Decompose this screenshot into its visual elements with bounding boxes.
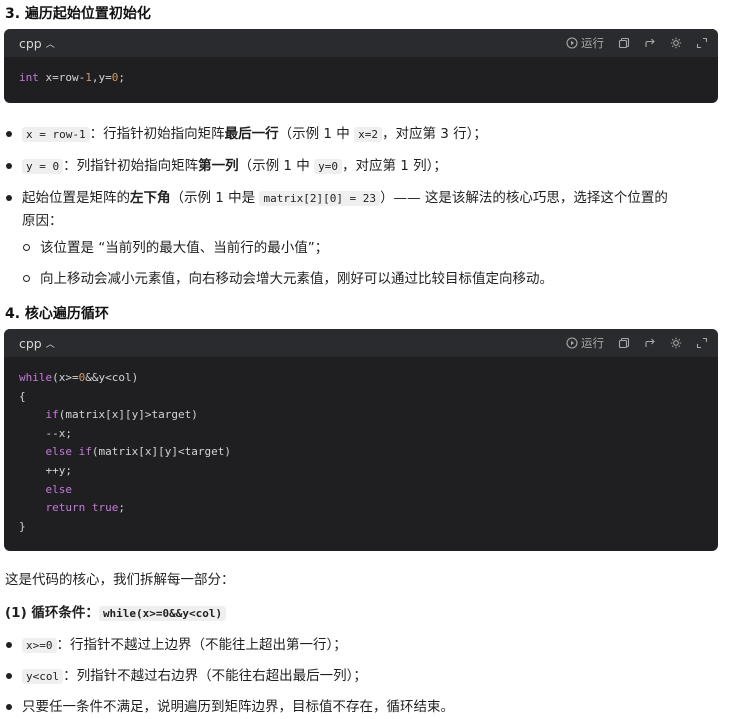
text: ：列指针初始指向矩阵 [63, 158, 199, 174]
run-label: 运行 [581, 336, 604, 350]
chevron-up-icon: ︿ [45, 339, 55, 350]
bullet-dot [6, 163, 12, 169]
theme-sun-icon[interactable] [670, 337, 682, 349]
expand-icon[interactable] [696, 337, 708, 349]
code-line: return true; [45, 501, 126, 515]
text: ，对应第 1 列）； [341, 158, 447, 174]
list-item-continuation: 原因： [22, 213, 63, 229]
text: ）—— 这是该解法的核心巧思，选择这个位置的 [380, 190, 668, 206]
code-line: { [19, 389, 26, 403]
share-icon[interactable] [644, 337, 656, 349]
sub-bullet-circle [23, 244, 30, 251]
list-item: 起始位置是矩阵的左下角（示例 1 中是 matrix[2][0] = 23 ）——… [22, 188, 668, 209]
code-header: cpp ︿ 运行 [4, 29, 718, 57]
inline-code: x=2 [354, 127, 382, 142]
expand-icon[interactable] [696, 37, 708, 49]
text: （示例 1 中是 [170, 190, 260, 206]
language-label: cpp [19, 335, 42, 351]
sub-bullet-circle [23, 275, 30, 282]
sub-list-item: 该位置是 “当前列的最大值、当前行的最小值”； [40, 240, 329, 256]
text: （示例 1 中 [238, 158, 315, 174]
play-circle-icon [566, 337, 578, 349]
language-selector[interactable]: cpp ︿ [19, 36, 55, 51]
text: ：列指针不越过右边界（不能往右超出最后一列）； [63, 668, 367, 684]
inline-code: y = 0 [22, 159, 64, 174]
code-block-1: cpp ︿ 运行 int x=row-1,y=0; [4, 29, 718, 103]
bold-text: 左下角 [130, 190, 171, 206]
code-line: int x=row-1,y=0; [19, 71, 125, 84]
language-selector[interactable]: cpp ︿ [19, 336, 55, 351]
inline-code: y<col [22, 669, 64, 684]
code-header: cpp ︿ 运行 [4, 329, 718, 357]
inline-code: x>=0 [22, 638, 57, 653]
copy-icon[interactable] [618, 37, 630, 49]
inline-code: while(x>=0&&y<col) [98, 606, 227, 621]
sub-list-item: 向上移动会减小元素值，向右移动会增大元素值，刚好可以通过比较目标值定向移动。 [40, 271, 553, 287]
bullet-dot [6, 195, 12, 201]
code-line: if(matrix[x][y]>target) [45, 408, 198, 422]
list-item: y = 0 ：列指针初始指向矩阵第一列（示例 1 中 y=0 ，对应第 1 列）； [22, 156, 447, 177]
code-line: --x; [19, 426, 72, 440]
chevron-up-icon: ︿ [45, 39, 55, 50]
share-icon[interactable] [644, 37, 656, 49]
bullet-dot [6, 673, 12, 679]
play-circle-icon [566, 37, 578, 49]
list-item: x>=0 ：行指针不越过上边界（不能往上超出第一行）； [22, 635, 347, 656]
section-heading-3: 3. 遍历起始位置初始化 [5, 6, 151, 22]
text: ：行指针初始指向矩阵 [89, 126, 225, 142]
code-line: else if(matrix[x][y]<target) [45, 445, 231, 459]
run-button[interactable]: 运行 [566, 35, 604, 51]
bullet-dot [6, 642, 12, 648]
text: 起始位置是矩阵的 [22, 190, 130, 206]
paragraph: 这是代码的核心，我们拆解每一部分： [5, 572, 235, 588]
list-item: x = row-1 ：行指针初始指向矩阵最后一行（示例 1 中 x=2 ，对应第 3… [22, 124, 487, 145]
code-content: while(x>=0&&y<col) { if(matrix[x][y]>targ… [4, 357, 718, 546]
text: （示例 1 中 [278, 126, 355, 142]
bold-text: 最后一行 [224, 126, 279, 142]
list-item: 只要任一条件不满足，说明遍历到矩阵边界，目标值不存在，循环结束。 [22, 699, 454, 715]
bold-text: 第一列 [198, 158, 239, 174]
code-line: } [19, 519, 26, 533]
run-button[interactable]: 运行 [566, 335, 604, 351]
code-block-2: cpp ︿ 运行 while(x>=0&&y<col) { if(matrix[x… [4, 329, 718, 551]
run-label: 运行 [581, 36, 604, 50]
bullet-dot [6, 704, 12, 710]
theme-sun-icon[interactable] [670, 37, 682, 49]
code-line: while(x>=0&&y<col) [19, 371, 139, 384]
list-item: y<col ：列指针不越过右边界（不能往右超出最后一列）； [22, 666, 367, 687]
inline-code: matrix[2][0] = 23 [259, 191, 381, 206]
text: ：行指针不越过上边界（不能往上超出第一行）； [56, 637, 347, 653]
bullet-dot [6, 131, 12, 137]
code-content: int x=row-1,y=0; [4, 57, 718, 98]
sub-heading: (1) 循环条件： while(x>=0&&y<col) [5, 603, 227, 624]
code-line: ++y; [19, 463, 72, 477]
section-heading-4: 4. 核心遍历循环 [5, 306, 109, 322]
copy-icon[interactable] [618, 337, 630, 349]
inline-code: y=0 [314, 159, 342, 174]
inline-code: x = row-1 [22, 127, 90, 142]
code-line: else [45, 482, 73, 496]
text: ，对应第 3 行）； [381, 126, 487, 142]
language-label: cpp [19, 35, 42, 51]
sub-heading-label: (1) 循环条件： [5, 605, 99, 621]
